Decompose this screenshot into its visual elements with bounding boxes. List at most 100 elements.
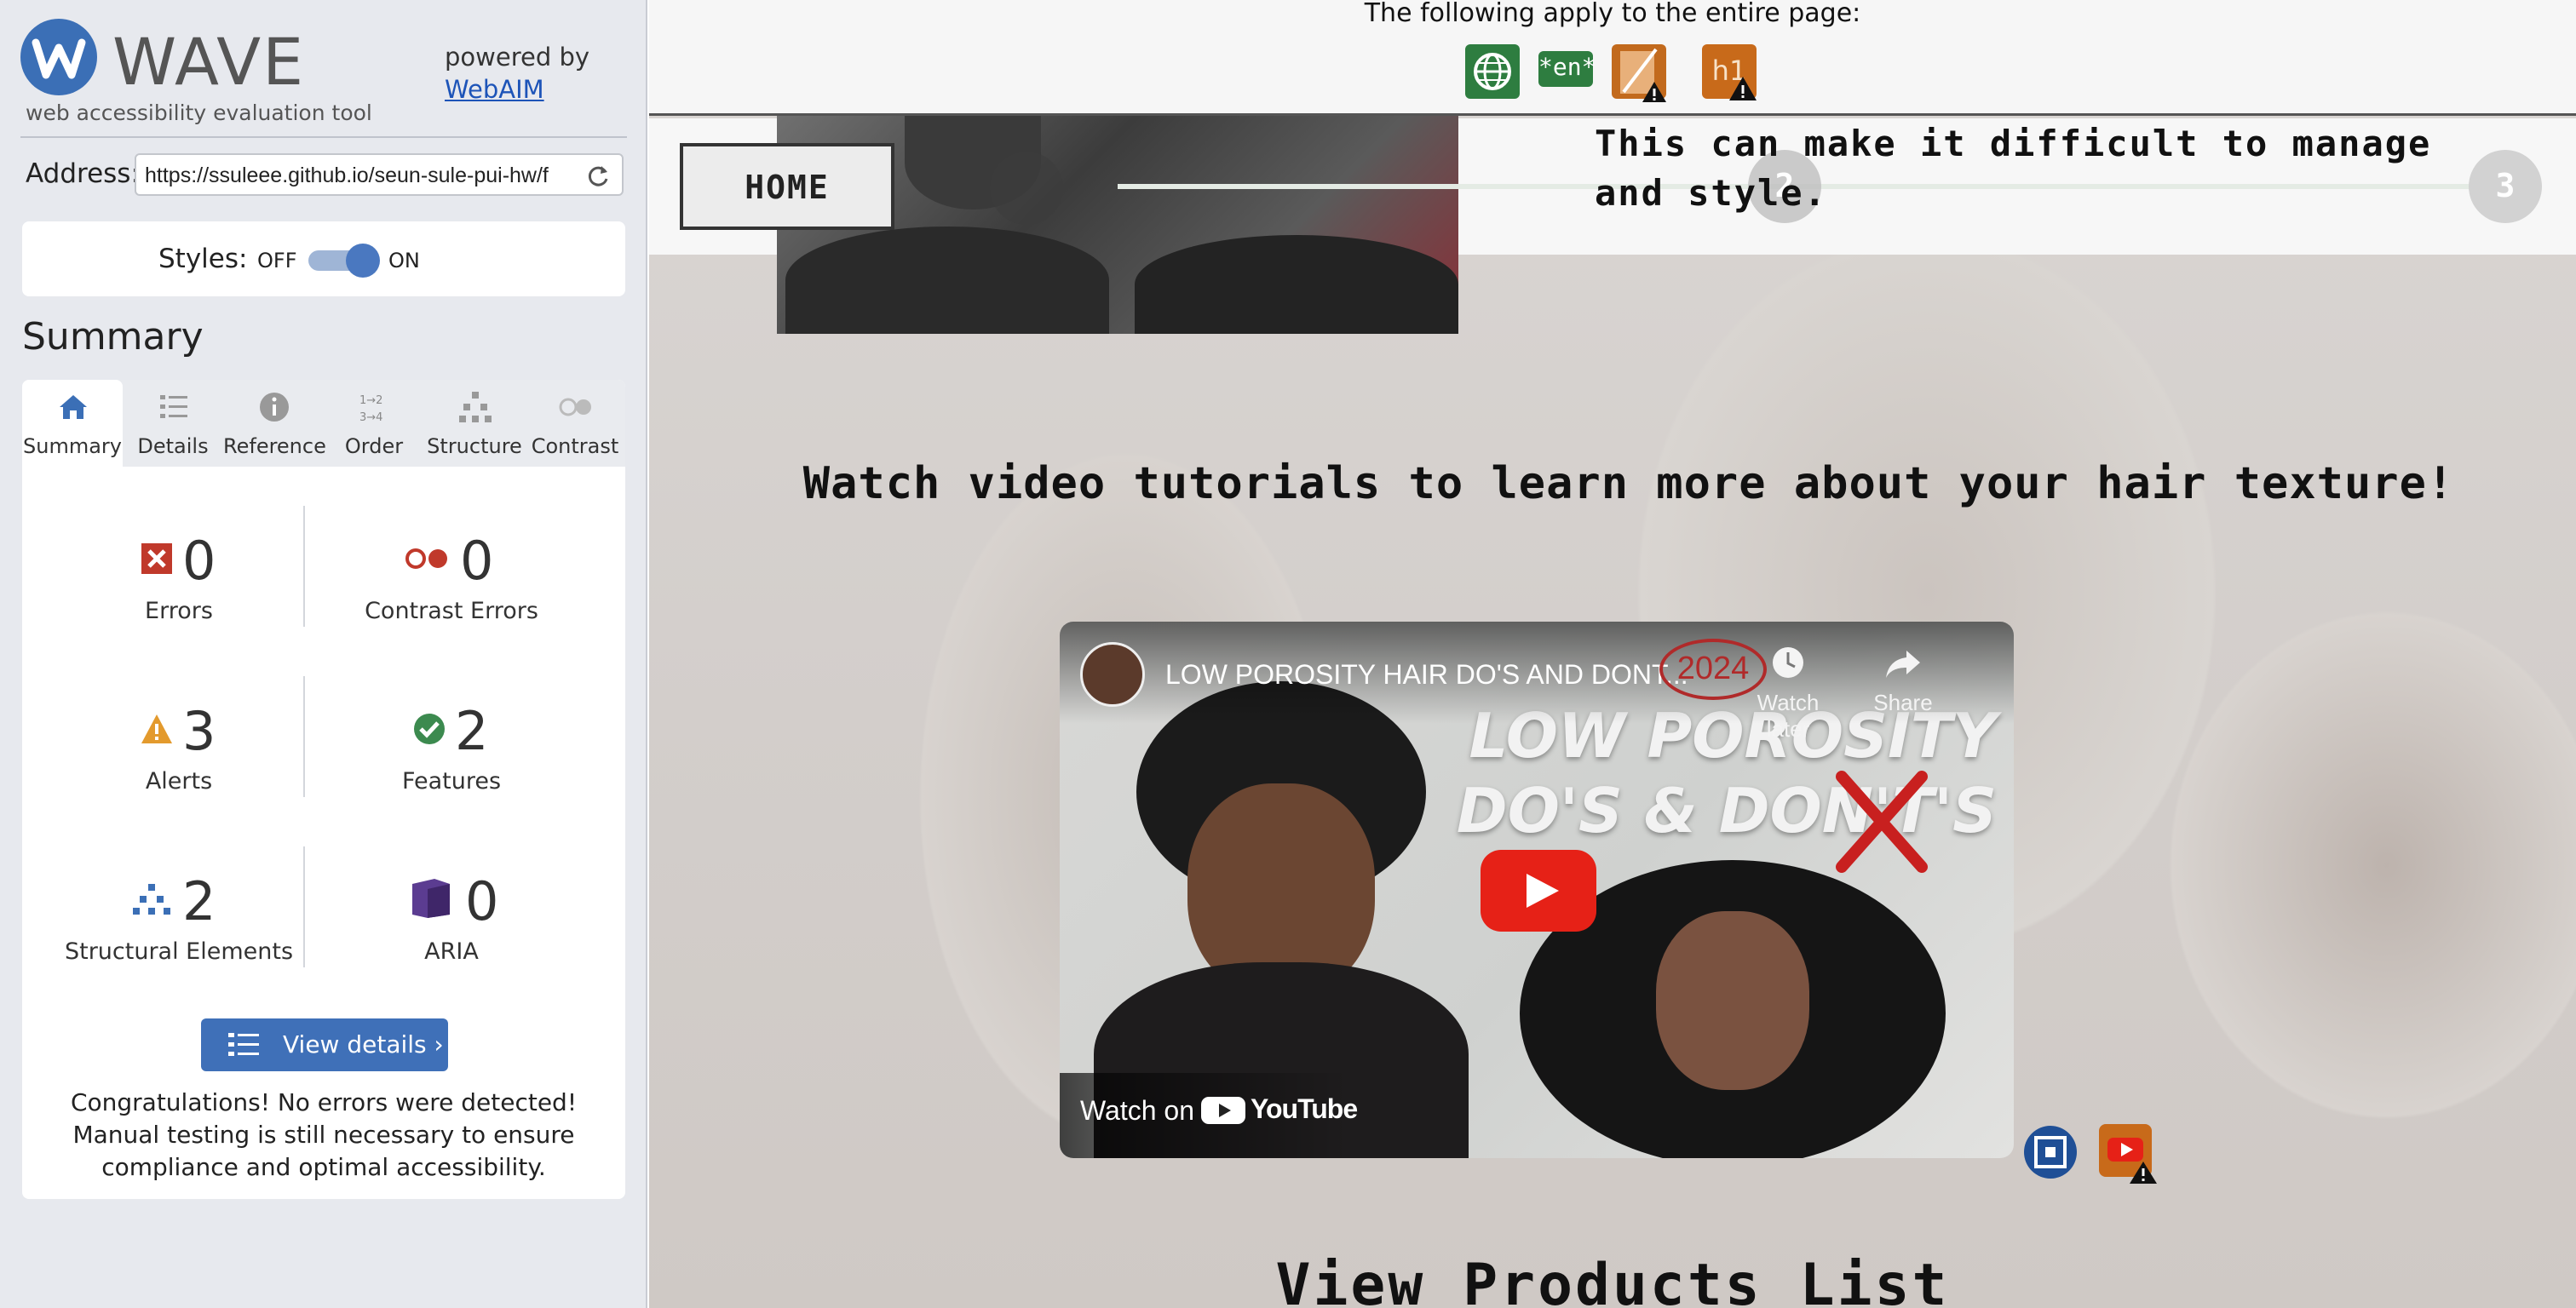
tab-label: Details [137, 434, 209, 458]
structure-icon [133, 884, 170, 915]
styles-toggle[interactable] [305, 242, 383, 278]
view-details-label: View details › [283, 1030, 444, 1058]
view-details-button[interactable]: View details › [201, 1018, 448, 1071]
channel-avatar[interactable] [1080, 642, 1145, 707]
tab-summary[interactable]: Summary [22, 380, 123, 467]
region-structure-icon[interactable] [2022, 1124, 2079, 1180]
products-heading: View Products List [1275, 1252, 1950, 1308]
play-button-icon[interactable] [1481, 850, 1596, 932]
styles-label: Styles: [158, 244, 248, 274]
wave-header: WAVE web accessibility evaluation tool p… [20, 19, 627, 133]
order-icon: 1→2 3→4 [359, 394, 382, 424]
hero-hair-shape [785, 227, 1109, 334]
toggle-knob [346, 244, 380, 278]
info-icon [260, 393, 289, 422]
aria-stat[interactable]: 0 ARIA [315, 831, 588, 976]
language-icon[interactable] [1465, 44, 1520, 99]
watch-later-button[interactable]: Watch later [1733, 642, 1843, 743]
share-label: Share [1873, 690, 1933, 715]
svg-text:3→4: 3→4 [359, 411, 382, 424]
reload-icon[interactable] [584, 162, 612, 189]
structural-label: Structural Elements [64, 938, 294, 965]
features-stat[interactable]: 2 Features [315, 661, 588, 806]
tab-label: Contrast [531, 434, 619, 458]
features-label: Features [401, 768, 502, 795]
youtube-logo[interactable]: YouTube [1201, 1092, 1358, 1126]
errors-stat[interactable]: 0 Errors [43, 490, 315, 635]
evaluated-page: The following apply to the entire page: … [649, 0, 2576, 1308]
summary-panel: Summary Details Reference 1→2 3→4 Order … [22, 380, 625, 1199]
tab-structure[interactable]: Structure [424, 380, 525, 467]
contrast-errors-count: 0 [460, 530, 494, 592]
tab-label: Structure [427, 434, 522, 458]
stat-divider [303, 846, 305, 967]
red-x-icon [1836, 771, 1928, 873]
tab-label: Reference [223, 434, 326, 458]
wave-logo-icon [20, 19, 97, 95]
wave-logo-text: WAVE [112, 24, 306, 100]
youtube-icon [1201, 1097, 1245, 1124]
wave-tagline: web accessibility evaluation tool [26, 100, 372, 125]
styles-off-label: OFF [257, 249, 297, 272]
clock-icon [1773, 647, 1803, 678]
video-section-heading: Watch video tutorials to learn more abou… [802, 458, 2455, 509]
aria-label: ARIA [424, 938, 479, 965]
youtube-alert-icon[interactable] [2097, 1122, 2157, 1184]
watch-on-label[interactable]: Watch on [1080, 1095, 1194, 1127]
error-icon [141, 543, 172, 574]
tab-contrast[interactable]: Contrast [525, 380, 625, 467]
aria-cube-icon [412, 879, 450, 918]
webaim-link[interactable]: WebAIM [445, 75, 544, 104]
structure-icon [459, 392, 492, 422]
watch-later-label: Watch later [1757, 690, 1820, 742]
tab-reference[interactable]: Reference [223, 380, 326, 467]
tab-label: Order [344, 434, 404, 458]
features-count: 2 [455, 700, 489, 762]
contrast-errors-stat[interactable]: 0 Contrast Errors [315, 490, 588, 635]
powered-by-text: powered by [445, 43, 590, 72]
share-icon [1886, 651, 1920, 678]
face-shape [1656, 911, 1809, 1090]
h1-alert-icon[interactable]: h1 [1702, 44, 1757, 100]
svg-text:1→2: 1→2 [359, 394, 382, 407]
wave-sidebar: WAVE web accessibility evaluation tool p… [0, 0, 647, 1308]
styles-toggle-panel: Styles: OFF ON [22, 221, 625, 296]
stat-divider [303, 676, 305, 797]
home-icon [60, 395, 87, 419]
alert-icon [141, 714, 172, 743]
youtube-embed[interactable]: LOW POROSITY DO'S & DON'T'S LOW POROSITY… [1060, 622, 2014, 1158]
feature-check-icon [414, 714, 445, 744]
home-button[interactable]: HOME [680, 143, 894, 230]
errors-count: 0 [182, 530, 216, 592]
address-label: Address: [26, 158, 140, 189]
step-dot [990, 152, 1063, 225]
structural-stat[interactable]: 2 Structural Elements [43, 831, 315, 976]
video-title[interactable]: LOW POROSITY HAIR DO'S AND DONT... [1165, 659, 1688, 691]
contrast-icon [559, 398, 591, 416]
styles-on-label: ON [388, 249, 420, 272]
missing-title-alert-icon[interactable] [1612, 44, 1666, 102]
wave-tabs: Summary Details Reference 1→2 3→4 Order … [22, 380, 625, 467]
page-level-banner: The following apply to the entire page: … [649, 0, 2576, 116]
youtube-wordmark: YouTube [1251, 1093, 1358, 1124]
alerts-stat[interactable]: 3 Alerts [43, 661, 315, 806]
lang-en-icon[interactable]: *en* [1538, 51, 1596, 87]
alerts-count: 3 [182, 700, 216, 762]
congrats-message: Congratulations! No errors were detected… [70, 1088, 578, 1181]
list-icon [228, 1033, 259, 1056]
step-3[interactable]: 3 [2469, 150, 2542, 223]
aria-count: 0 [465, 870, 499, 932]
list-icon [160, 395, 187, 418]
alerts-label: Alerts [145, 768, 213, 795]
structural-count: 2 [182, 870, 216, 932]
callout-text: This can make it difficult to manage and… [1595, 123, 2432, 214]
tab-order[interactable]: 1→2 3→4 Order [324, 380, 424, 467]
tab-details[interactable]: Details [123, 380, 223, 467]
contrast-errors-label: Contrast Errors [365, 598, 538, 624]
banner-text: The following apply to the entire page: [1364, 0, 1861, 28]
errors-label: Errors [145, 598, 213, 624]
header-divider [20, 136, 627, 138]
share-button[interactable]: Share [1860, 642, 1946, 716]
address-input[interactable]: https://ssuleee.github.io/seun-sule-pui-… [135, 153, 624, 196]
contrast-error-icon [405, 548, 447, 569]
